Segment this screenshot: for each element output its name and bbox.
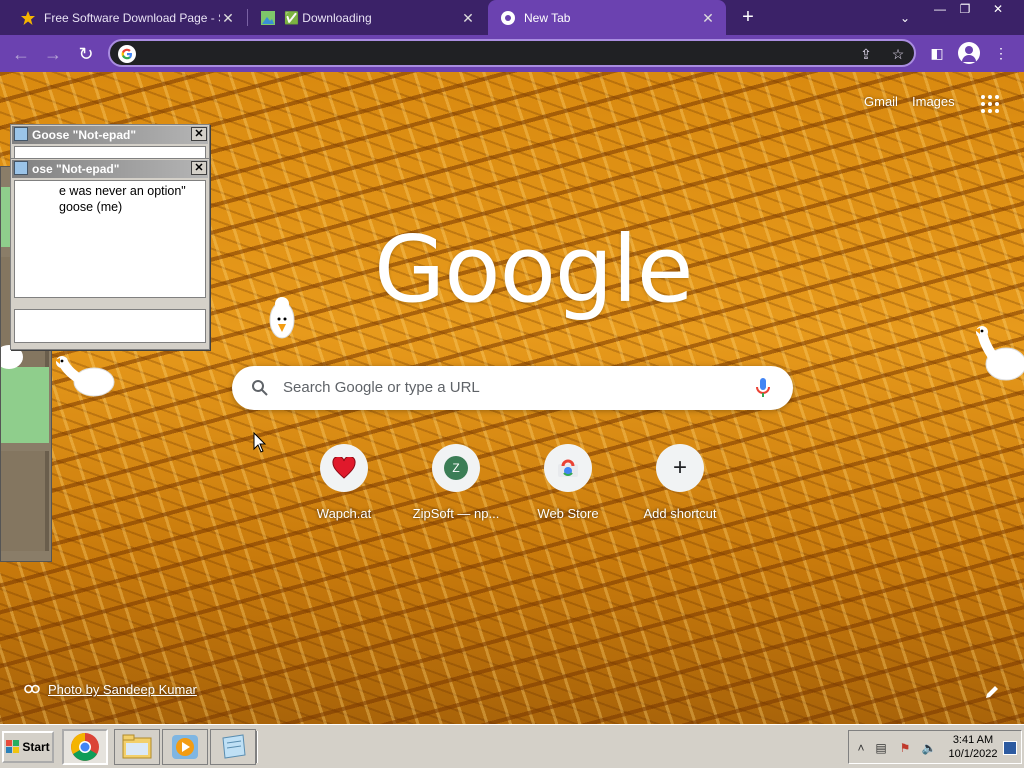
mouse-cursor-icon <box>253 432 267 453</box>
photo-credit-link[interactable]: Photo by Sandeep Kumar <box>48 682 197 697</box>
taskbar: Start ˄ ▤ ⚑ 🔈 3:41 AM 10/1/2022 <box>0 724 1024 768</box>
start-button[interactable]: Start <box>2 731 54 763</box>
minimize-icon[interactable]: — <box>930 0 950 18</box>
chevron-down-icon[interactable]: ⌄ <box>895 8 915 28</box>
omnibox-input[interactable] <box>146 43 846 63</box>
notepad-text[interactable]: e was never an option" goose (me) <box>14 180 206 298</box>
google-apps-icon[interactable] <box>981 95 999 113</box>
taskbar-explorer[interactable] <box>114 729 160 765</box>
tab-new-tab[interactable]: New Tab ✕ <box>488 0 726 35</box>
notepad-text-area[interactable] <box>14 309 206 343</box>
shortcut-zipsoft[interactable]: Z ZipSoft — np... <box>400 442 512 528</box>
microphone-icon[interactable] <box>754 377 772 399</box>
shortcut-label: Web Store <box>537 506 599 521</box>
google-logo: Google <box>374 216 693 323</box>
notepad-icon <box>14 127 28 141</box>
media-player-icon <box>172 735 198 759</box>
side-panel-icon[interactable]: ◧ <box>926 42 948 64</box>
forward-arrow-icon[interactable]: → <box>40 41 66 67</box>
taskbar-divider <box>256 731 258 763</box>
close-icon[interactable]: ✕ <box>191 127 207 141</box>
goose-icon[interactable] <box>972 324 1024 390</box>
notepad-icon <box>222 734 246 759</box>
menu-kebab-icon[interactable]: ⋮ <box>990 42 1012 64</box>
tab-label: New Tab <box>524 10 571 25</box>
letter-z-icon: Z <box>432 444 480 492</box>
goose-icon[interactable] <box>266 294 298 342</box>
tab-strip: Free Software Download Page - Soft ✕ ✅ D… <box>0 0 1024 35</box>
chrome-icon <box>500 10 516 26</box>
photo-credit[interactable]: Photo by Sandeep Kumar <box>24 682 197 697</box>
shortcut-web-store[interactable]: Web Store <box>512 442 624 528</box>
search-box[interactable]: Search Google or type a URL <box>232 366 793 410</box>
goose-icon[interactable] <box>52 354 118 406</box>
images-link[interactable]: Images <box>912 94 955 109</box>
bookmark-star-icon[interactable]: ☆ <box>890 46 906 62</box>
tab-downloading[interactable]: ✅ Downloading ✕ <box>248 0 486 35</box>
search-placeholder: Search Google or type a URL <box>283 379 480 396</box>
taskbar-notepad[interactable] <box>210 729 256 765</box>
network-icon[interactable]: ▤ <box>873 741 889 755</box>
taskbar-media-player[interactable] <box>162 729 208 765</box>
show-hidden-icons-icon[interactable]: ˄ <box>853 741 869 755</box>
shortcut-label: Wapch.at <box>316 506 372 521</box>
tab-free-software[interactable]: Free Software Download Page - Soft ✕ <box>8 0 246 35</box>
address-bar[interactable]: ⇪ ☆ <box>108 39 916 67</box>
image-icon <box>260 10 276 26</box>
show-desktop-icon[interactable] <box>1003 741 1017 755</box>
close-icon[interactable]: ✕ <box>460 10 476 26</box>
share-icon[interactable]: ⇪ <box>858 46 874 62</box>
shortcut-label: Add shortcut <box>643 506 717 521</box>
taskbar-chrome[interactable] <box>62 729 108 765</box>
volume-icon[interactable]: 🔈 <box>921 741 937 755</box>
plus-icon: + <box>656 444 704 492</box>
close-icon[interactable]: ✕ <box>220 10 236 26</box>
action-center-icon[interactable]: ⚑ <box>897 741 913 755</box>
star-icon <box>20 10 36 26</box>
restore-icon[interactable]: ❐ <box>955 0 975 18</box>
clock[interactable]: 3:41 AM 10/1/2022 <box>947 733 999 761</box>
notepad-title: ose "Not-epad" <box>12 160 208 178</box>
profile-avatar-icon[interactable] <box>958 42 980 64</box>
tab-label: ✅ Downloading <box>284 10 372 25</box>
folder-icon <box>122 734 152 759</box>
notepad-title: Goose "Not-epad" <box>12 126 208 144</box>
notepad-icon <box>14 161 28 175</box>
browser-toolbar: ← → ↻ ⇪ ☆ ◧ ⋮ <box>0 35 1024 72</box>
clock-time: 3:41 AM <box>952 734 994 746</box>
chrome-icon <box>71 733 99 761</box>
gmail-link[interactable]: Gmail <box>864 94 898 109</box>
web-store-icon <box>544 444 592 492</box>
heart-icon <box>320 444 368 492</box>
reload-icon[interactable]: ↻ <box>73 41 99 67</box>
add-shortcut-button[interactable]: + Add shortcut <box>624 442 736 528</box>
new-tab-button[interactable]: + <box>736 6 760 30</box>
search-icon <box>252 380 268 396</box>
link-icon <box>24 682 40 697</box>
close-icon[interactable]: ✕ <box>700 10 716 26</box>
close-icon[interactable]: ✕ <box>191 161 207 175</box>
clock-date: 10/1/2022 <box>948 748 998 760</box>
shortcut-label: ZipSoft — np... <box>412 506 500 521</box>
windows-flag-icon <box>6 740 20 753</box>
goose-notepad-window[interactable]: ose "Not-epad" ✕ e was never an option" … <box>10 158 210 350</box>
tab-label: Free Software Download Page - Soft <box>44 10 220 25</box>
google-g-icon <box>118 45 136 63</box>
back-arrow-icon[interactable]: ← <box>8 41 34 67</box>
window-close-icon[interactable]: ✕ <box>985 0 1011 18</box>
meme-image-panel <box>1 367 49 443</box>
start-label: Start <box>22 740 50 754</box>
system-tray: ˄ ▤ ⚑ 🔈 3:41 AM 10/1/2022 <box>848 730 1022 764</box>
pencil-icon[interactable] <box>984 684 1000 700</box>
meme-image-panel <box>1 451 49 551</box>
shortcut-wapch[interactable]: Wapch.at <box>288 442 400 528</box>
